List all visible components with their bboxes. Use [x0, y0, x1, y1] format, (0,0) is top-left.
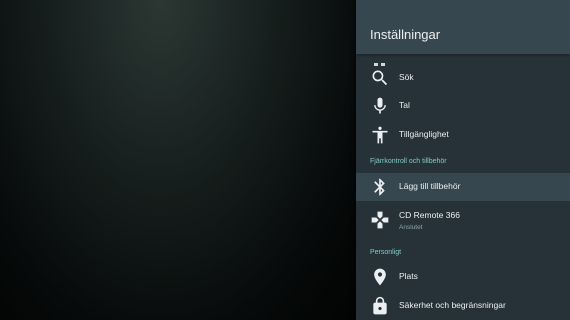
settings-item-cd-remote[interactable]: CD Remote 366 Anslutet — [356, 206, 570, 234]
search-icon — [370, 68, 390, 88]
settings-header: Inställningar — [356, 0, 570, 54]
bluetooth-icon — [370, 177, 390, 197]
settings-item-label: Lägg till tillbehör — [399, 181, 461, 191]
settings-item-security[interactable]: Säkerhet och begränsningar — [356, 292, 570, 320]
settings-item-label: Tal — [399, 100, 410, 110]
settings-item-search[interactable]: Sök — [356, 64, 570, 92]
settings-item-label: CD Remote 366 — [399, 210, 460, 220]
settings-panel: Inställningar Sök Tal Tillgänglighet Fjä… — [356, 0, 570, 320]
microphone-icon — [370, 96, 390, 116]
settings-item-label: Tillgänglighet — [399, 129, 449, 139]
settings-item-label: Plats — [399, 271, 418, 281]
section-header-personal: Personligt — [370, 249, 402, 256]
lock-icon — [370, 296, 390, 316]
location-pin-icon — [370, 267, 390, 287]
scrolled-item-icon — [373, 54, 387, 66]
section-header-remotes: Fjärrkontroll och tillbehör — [370, 158, 447, 165]
gamepad-icon — [370, 210, 390, 230]
settings-item-label: Sök — [399, 72, 414, 82]
settings-item-location[interactable]: Plats — [356, 263, 570, 291]
settings-item-label: Säkerhet och begränsningar — [399, 300, 506, 310]
background-content — [0, 0, 357, 320]
settings-item-add-accessory[interactable]: Lägg till tillbehör — [356, 173, 570, 201]
connection-status: Anslutet — [399, 224, 423, 231]
page-title: Inställningar — [370, 27, 441, 42]
accessibility-icon — [370, 125, 390, 145]
settings-item-accessibility[interactable]: Tillgänglighet — [356, 121, 570, 149]
settings-item-speech[interactable]: Tal — [356, 92, 570, 120]
